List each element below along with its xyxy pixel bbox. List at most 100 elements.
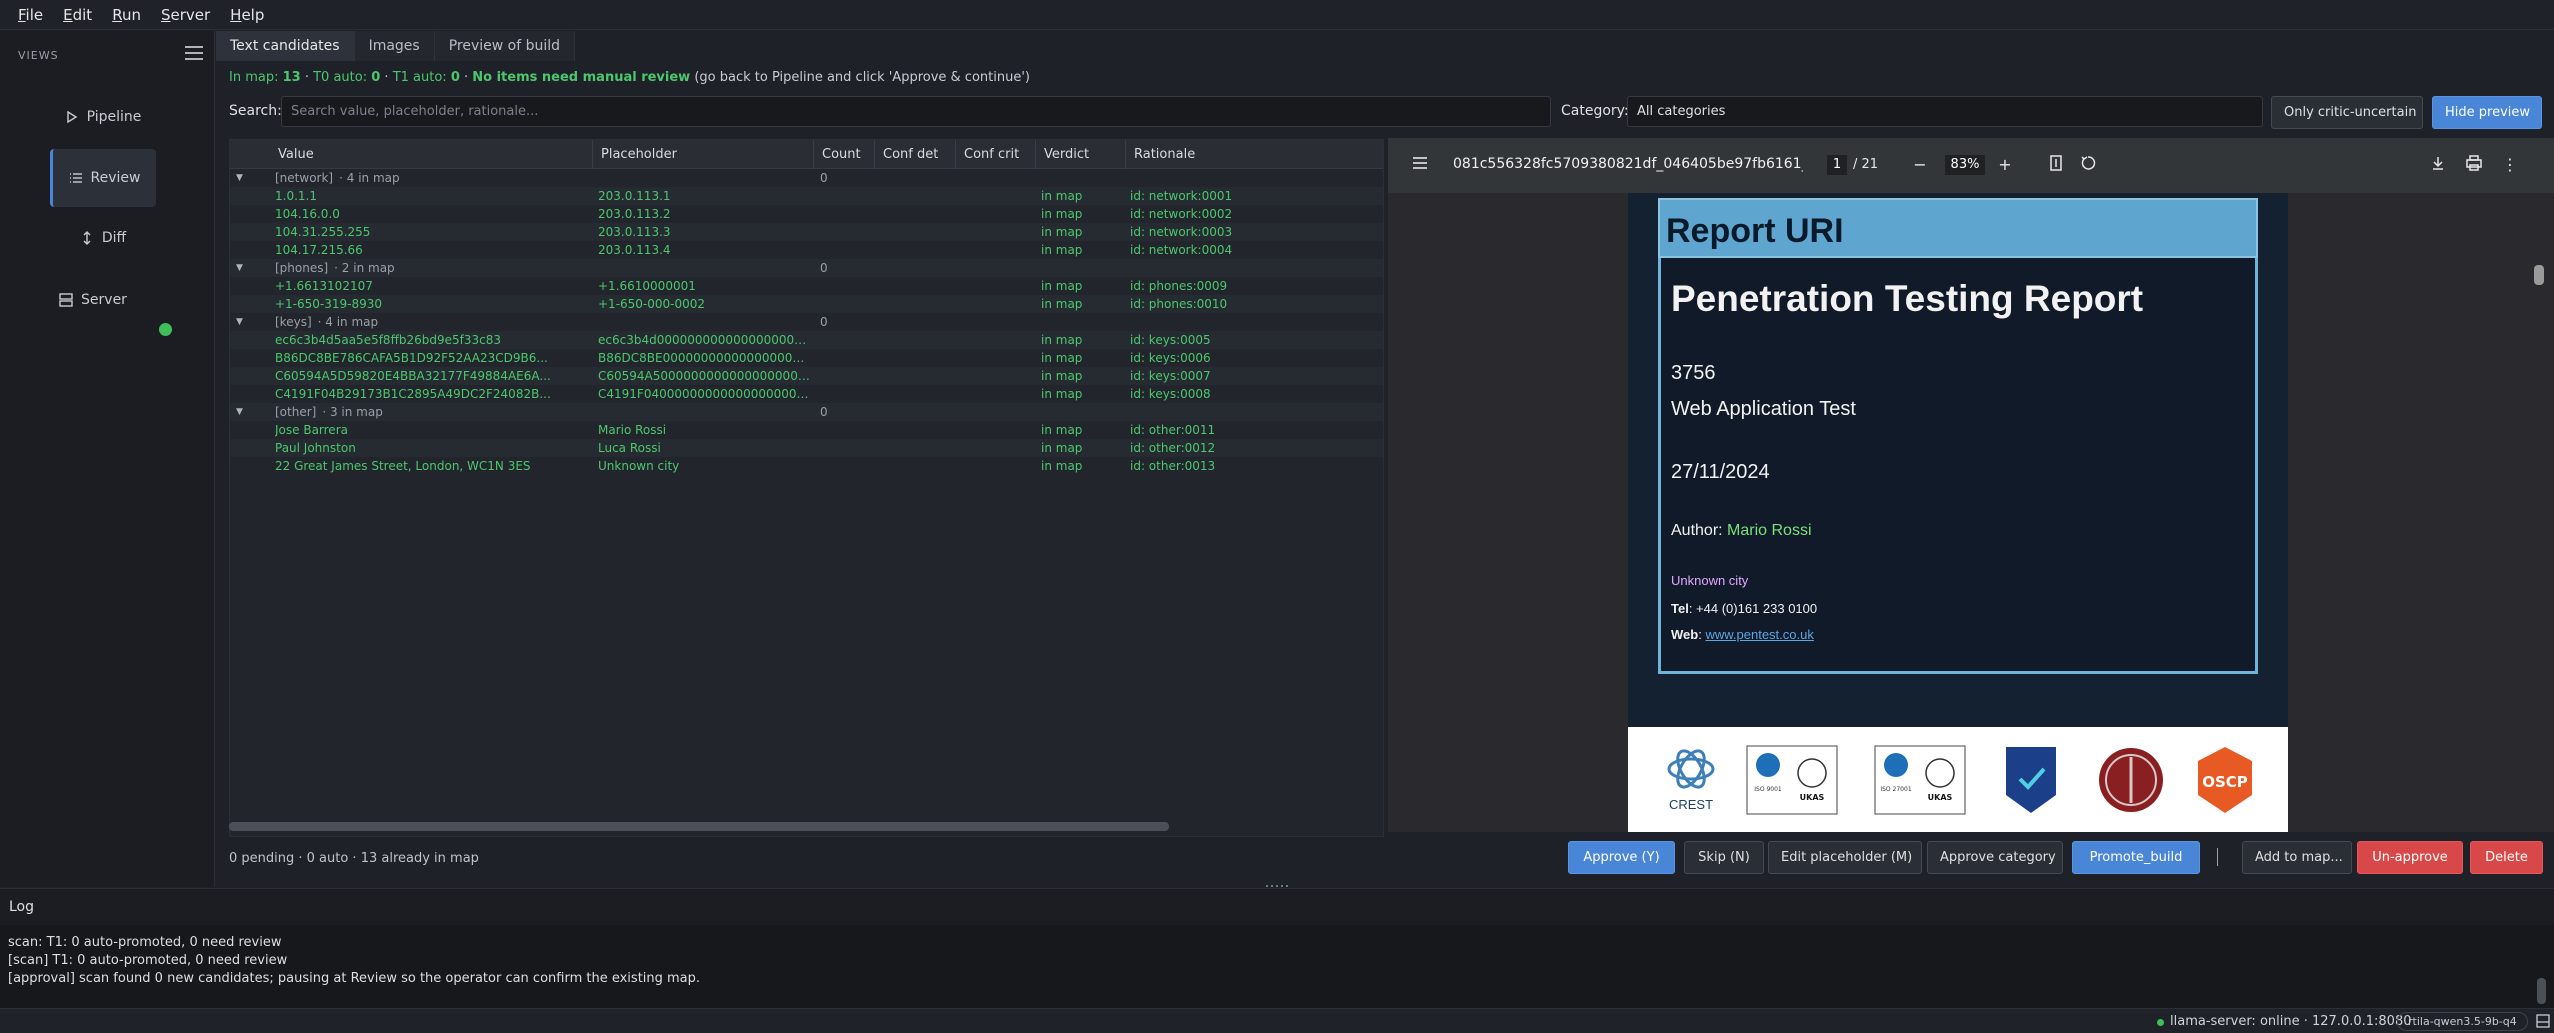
search-input[interactable] [281,96,1551,127]
pdf-preview: 081c556328fc5709380821df_046405be97fb616… [1388,138,2554,832]
category-label: Category: [1561,103,1629,119]
edit-placeholder-button[interactable]: Edit placeholder (M) [1768,841,1922,874]
cell-value: 104.16.0.0 [275,207,340,221]
cell-rationale: id: other:0012 [1130,441,1216,455]
table-row[interactable]: 1.0.1.1 203.0.113.1 in map id: network:0001 [230,187,1383,205]
layout-toggle-icon[interactable] [2536,1014,2550,1028]
delete-button[interactable]: Delete [2470,841,2543,874]
table-row[interactable]: ec6c3b4d5aa5e5f8ffb26bd9e5f33c83 ec6c3b4d… [230,331,1383,349]
column-conf-crit[interactable]: Conf crit [956,140,1036,169]
seal-logo [2099,748,2163,812]
table-group-row[interactable]: ▼ [keys] · 4 in map 0 [230,313,1383,331]
table-row[interactable]: +1-650-319-8930 +1-650-000-0002 in map id: … [230,295,1383,313]
table-row[interactable]: Jose Barrera Mario Rossi in map id: other:0… [230,421,1383,439]
approve-button[interactable]: Approve (Y) [1568,841,1675,874]
collapse-triangle-icon[interactable]: ▼ [236,313,243,331]
table-group-row[interactable]: ▼ [network] · 4 in map 0 [230,169,1383,187]
hamburger-menu-icon[interactable] [185,46,203,62]
only-critic-uncertain-button[interactable]: Only critic-uncertain [2271,96,2423,129]
server-online-dot [2157,1019,2164,1026]
download-icon[interactable] [2428,155,2448,175]
cell-rationale: id: keys:0006 [1130,351,1211,365]
promote-build-button[interactable]: Promote_build [2072,841,2200,874]
table-group-row[interactable]: ▼ [other] · 3 in map 0 [230,403,1383,421]
tab-text-candidates[interactable]: Text candidates [216,31,355,61]
log-scrollbar[interactable] [2537,978,2546,1004]
column-placeholder[interactable]: Placeholder [593,140,814,169]
certification-logos: CREST ISO 9001 UKAS ISO 27001 UKAS OSCP [1628,727,2288,832]
model-badge[interactable]: rtila-qwen3.5-9b-q4 [2397,1012,2528,1031]
toolbar-divider [2217,848,2218,866]
pdf-zoom-input[interactable]: 83% [1945,155,1985,175]
table-group-row[interactable]: ▼ [phones] · 2 in map 0 [230,259,1383,277]
cell-verdict: in map [1041,423,1083,437]
table-row[interactable]: C60594A5D59820E4BBA32177F49884AE6A... C60… [230,367,1383,385]
group-count: 0 [820,261,828,275]
pdf-page-input[interactable]: 1 [1827,155,1847,175]
column-conf-det[interactable]: Conf det [875,140,956,169]
table-row[interactable]: 104.31.255.255 203.0.113.3 in map id: netwo… [230,223,1383,241]
table-row[interactable]: Paul Johnston Luca Rossi in map id: other:0… [230,439,1383,457]
zoom-out-icon[interactable]: − [1910,155,1930,175]
menu-edit[interactable]: Edit [53,0,102,30]
column-value[interactable]: Value [270,140,593,169]
cell-rationale: id: other:0011 [1130,423,1216,437]
group-summary: · 4 in map [339,171,400,185]
cell-verdict: in map [1041,441,1083,455]
sidebar-item-review[interactable]: Review [50,149,156,207]
sidebar-item-server[interactable]: Server [40,271,146,329]
cell-verdict: in map [1041,369,1083,383]
more-options-icon[interactable]: ⋮ [2500,155,2520,175]
table-row[interactable]: C4191F04B29173B1C2895A49DC2F24082B... C41… [230,385,1383,403]
menu-server[interactable]: Server [151,0,220,30]
menu-help[interactable]: Help [220,0,274,30]
sidebar-item-pipeline[interactable]: Pipeline [50,88,156,146]
cell-placeholder: Luca Rossi [598,441,661,455]
tab-preview-of-build[interactable]: Preview of build [434,31,576,61]
pdf-menu-icon[interactable] [1410,155,1430,175]
group-count: 0 [820,171,828,185]
table-row[interactable]: 22 Great James Street, London, WC1N 3ES U… [230,457,1383,475]
cell-rationale: id: network:0002 [1130,207,1233,221]
play-icon [65,110,79,124]
zoom-in-icon[interactable]: + [1995,155,2015,175]
table-row[interactable]: 104.17.215.66 203.0.113.4 in map id: networ… [230,241,1383,259]
category-select[interactable]: All categories [1627,96,2263,127]
approve-category-button[interactable]: Approve category [1927,841,2063,874]
table-header: Value Placeholder Count Conf det Conf cr… [230,140,1383,169]
sidebar: VIEWS Pipeline Review Diff Server [0,31,215,887]
column-verdict[interactable]: Verdict [1036,140,1126,169]
collapse-triangle-icon[interactable]: ▼ [236,169,243,187]
cell-rationale: id: network:0001 [1130,189,1233,203]
menu-file[interactable]: File [8,0,53,30]
group-summary: · 4 in map [317,315,379,329]
rotate-icon[interactable] [2078,155,2098,175]
hide-preview-button[interactable]: Hide preview [2432,96,2542,129]
oscp-logo: OSCP [2198,747,2252,813]
iso9001-ukas-logo: ISO 9001 UKAS [1746,745,1838,815]
column-rationale[interactable]: Rationale [1126,140,1383,169]
column-count[interactable]: Count [814,140,875,169]
review-status-line: In map: 13 · T0 auto: 0 · T1 auto: 0 · N… [229,70,1030,85]
sidebar-item-diff[interactable]: Diff [50,209,156,267]
collapse-triangle-icon[interactable]: ▼ [236,403,243,421]
cell-value: 1.0.1.1 [275,189,317,203]
pdf-vertical-scrollbar[interactable] [2534,265,2544,285]
svg-text:CREST: CREST [1669,797,1713,812]
horizontal-scrollbar[interactable] [229,822,1169,831]
table-row[interactable]: B86DC8BE786CAFA5B1D92F52AA23CD9B6... B86D… [230,349,1383,367]
table-row[interactable]: +1.6613102107 +1.6610000001 in map id: phon… [230,277,1383,295]
add-to-map-button[interactable]: Add to map... [2242,841,2352,874]
un-approve-button[interactable]: Un-approve [2357,841,2463,874]
print-icon[interactable] [2464,155,2484,175]
cell-value: B86DC8BE786CAFA5B1D92F52AA23CD9B6... [275,351,548,365]
page-header-title: Report URI [1666,212,1844,250]
skip-button[interactable]: Skip (N) [1684,841,1764,874]
menu-run[interactable]: Run [102,0,151,30]
tab-images[interactable]: Images [354,31,435,61]
collapse-triangle-icon[interactable]: ▼ [236,259,243,277]
statusbar: llama-server: online · 127.0.0.1:8080 rt… [0,1008,2554,1033]
fit-page-icon[interactable] [2046,155,2066,175]
report-web-link[interactable]: www.pentest.co.uk [1705,627,1813,642]
table-row[interactable]: 104.16.0.0 203.0.113.2 in map id: network:0… [230,205,1383,223]
